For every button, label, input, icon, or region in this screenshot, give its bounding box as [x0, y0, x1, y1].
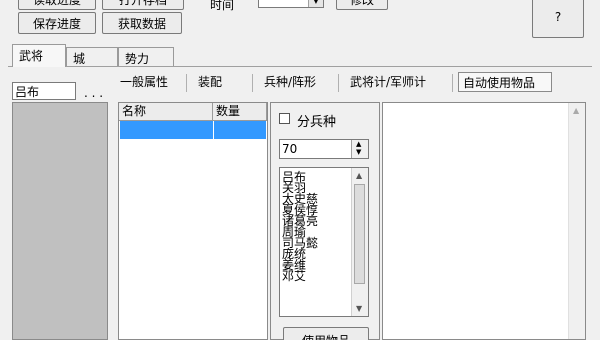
modify-label: 修改 [349, 0, 374, 7]
table-row-selected[interactable] [120, 121, 266, 139]
subtab-divider [252, 74, 253, 92]
dropdown-arrow-icon: ▼ [308, 0, 323, 7]
details-scrollbar[interactable]: ▲ [568, 103, 585, 339]
load-progress-label: 读取进度 [32, 0, 81, 7]
subtab-divider [452, 74, 453, 92]
split-troops-group: 分兵种 70 ▲ ▼ 吕布 关羽 太史慈 夏侯惇 诸葛亮 周瑜 司马懿 庞统 姜… [270, 102, 380, 340]
general-list[interactable]: 吕布 关羽 太史慈 夏侯惇 诸葛亮 周瑜 司马懿 庞统 姜维 邓艾 ▲ ▼ [279, 167, 369, 317]
help-button[interactable]: ? [532, 0, 584, 38]
subtab-general-attributes[interactable]: 一般属性 [120, 72, 168, 92]
troops-spinner[interactable]: 70 ▲ ▼ [279, 139, 369, 159]
split-troops-label: 分兵种 [297, 115, 337, 130]
tab-forces-label: 势力 [125, 52, 150, 66]
save-progress-button[interactable]: 保存进度 [18, 12, 96, 34]
subtab-troops-formation[interactable]: 兵种/阵形 [264, 72, 316, 92]
general-name-field[interactable]: 吕布 [12, 82, 76, 100]
general-portrait-area [12, 102, 108, 340]
spinner-down-icon[interactable]: ▼ [356, 149, 361, 156]
general-list-scrollbar[interactable]: ▲ ▼ [351, 168, 368, 316]
tab-strip-baseline [8, 66, 592, 67]
column-divider [213, 121, 214, 139]
use-item-label: 使用物品 [302, 332, 350, 340]
tab-generals[interactable]: 武将 [12, 44, 66, 67]
subtab-divider [186, 74, 187, 92]
spinner-buttons[interactable]: ▲ ▼ [351, 140, 368, 158]
subtab-auto-use-items[interactable]: 自动使用物品 [458, 72, 552, 92]
time-dropdown[interactable]: ▼ [258, 0, 324, 8]
scroll-up-icon[interactable]: ▲ [356, 171, 362, 180]
split-troops-checkbox[interactable] [279, 113, 290, 124]
scrollbar-thumb[interactable] [354, 184, 365, 284]
general-picker-button[interactable]: . . . [84, 86, 103, 100]
open-archive-button[interactable]: 打开存档 [102, 0, 184, 10]
details-panel[interactable]: ▲ [382, 102, 586, 340]
scroll-down-icon[interactable]: ▼ [356, 304, 362, 313]
list-item[interactable]: 邓艾 [282, 270, 318, 282]
fetch-data-button[interactable]: 获取数据 [102, 12, 182, 34]
tab-generals-label: 武将 [19, 49, 44, 63]
column-header-name[interactable]: 名称 [119, 103, 213, 121]
time-label: 时间 [210, 0, 235, 12]
open-archive-label: 打开存档 [118, 0, 167, 7]
load-progress-button[interactable]: 读取进度 [18, 0, 96, 10]
column-header-quantity[interactable]: 数量 [213, 103, 267, 121]
scroll-up-icon[interactable]: ▲ [573, 106, 579, 115]
modify-button[interactable]: 修改 [336, 0, 388, 10]
help-label: ? [554, 10, 562, 24]
troops-spinner-value: 70 [282, 142, 298, 156]
spinner-up-icon[interactable]: ▲ [356, 141, 361, 148]
tab-cities[interactable]: 城 [66, 47, 118, 66]
tab-forces[interactable]: 势力 [118, 47, 174, 66]
save-progress-label: 保存进度 [32, 16, 81, 31]
subtab-equipment[interactable]: 装配 [198, 72, 222, 92]
item-table: 名称 数量 [118, 102, 268, 340]
general-list-items: 吕布 关羽 太史慈 夏侯惇 诸葛亮 周瑜 司马懿 庞统 姜维 邓艾 [282, 171, 318, 282]
subtab-general-strategist-tactics[interactable]: 武将计/军师计 [350, 72, 426, 92]
subtab-divider [338, 74, 339, 92]
fetch-data-label: 获取数据 [117, 16, 166, 31]
app-window: 读取进度 打开存档 保存进度 获取数据 时间 ▼ 修改 ? 武将 城 势力 吕布… [0, 0, 600, 340]
general-name-value: 吕布 [15, 85, 40, 99]
tab-cities-label: 城 [73, 52, 86, 66]
use-item-button[interactable]: 使用物品 [283, 327, 369, 340]
